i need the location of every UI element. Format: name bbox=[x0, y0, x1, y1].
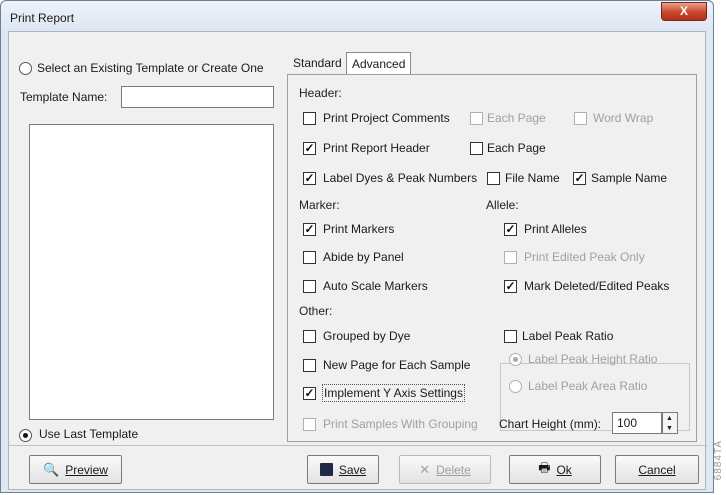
select-template-label: Select an Existing Template or Create On… bbox=[37, 61, 264, 75]
mark-deleted-edited-checkbox[interactable]: ✓ bbox=[504, 280, 517, 293]
ok-button-label: Ok bbox=[556, 462, 572, 477]
allele-section-title: Allele: bbox=[486, 198, 519, 212]
word-wrap-checkbox[interactable] bbox=[574, 112, 587, 125]
delete-button[interactable]: ✕ Delete bbox=[399, 455, 491, 484]
print-report-window: Print Report X Select an Existing Templa… bbox=[0, 0, 714, 493]
print-edited-peak-only-checkbox[interactable] bbox=[504, 251, 517, 264]
preview-button-label: Preview bbox=[65, 462, 108, 477]
use-last-template-label: Use Last Template bbox=[39, 427, 139, 441]
grouped-by-dye-checkbox[interactable] bbox=[303, 330, 316, 343]
marker-section-title: Marker: bbox=[299, 198, 340, 212]
template-name-label: Template Name: bbox=[20, 90, 108, 104]
label-peak-ratio-label: Label Peak Ratio bbox=[522, 329, 618, 343]
new-page-each-sample-label: New Page for Each Sample bbox=[323, 358, 471, 372]
grouped-by-dye-label: Grouped by Dye bbox=[323, 329, 411, 343]
peak-height-ratio-label: Label Peak Height Ratio bbox=[528, 352, 658, 366]
file-name-checkbox[interactable] bbox=[487, 172, 500, 185]
label-dyes-label: Label Dyes & Peak Numbers bbox=[323, 171, 478, 185]
spinner-down-icon[interactable]: ▼ bbox=[666, 424, 673, 433]
abide-by-panel-checkbox[interactable] bbox=[303, 251, 316, 264]
label-dyes-checkbox[interactable]: ✓ bbox=[303, 172, 316, 185]
cancel-button-label: Cancel bbox=[638, 462, 676, 477]
preview-button[interactable]: 🔍 Preview bbox=[29, 455, 122, 484]
file-name-label: File Name bbox=[505, 171, 560, 185]
template-list[interactable] bbox=[29, 124, 274, 420]
print-markers-checkbox[interactable]: ✓ bbox=[303, 223, 316, 236]
save-button-label: Save bbox=[338, 462, 367, 477]
implement-y-axis-checkbox[interactable]: ✓ bbox=[303, 387, 316, 400]
sample-name-checkbox[interactable]: ✓ bbox=[573, 172, 586, 185]
mark-deleted-edited-label: Mark Deleted/Edited Peaks bbox=[524, 279, 670, 293]
print-project-comments-checkbox[interactable] bbox=[303, 112, 316, 125]
window-title: Print Report bbox=[10, 11, 75, 25]
ok-button[interactable]: 🖶 Ok bbox=[509, 455, 601, 484]
close-button[interactable]: X bbox=[661, 2, 707, 21]
implement-y-axis-label: Implement Y Axis Settings bbox=[322, 384, 465, 402]
print-project-comments-label: Print Project Comments bbox=[323, 111, 450, 125]
dialog-body: Select an Existing Template or Create On… bbox=[8, 31, 707, 490]
spinner-up-icon[interactable]: ▲ bbox=[666, 414, 673, 423]
auto-scale-markers-label: Auto Scale Markers bbox=[323, 279, 428, 293]
each-page-comments-label: Each Page bbox=[487, 111, 546, 125]
peak-area-ratio-radio[interactable] bbox=[509, 380, 522, 393]
print-report-header-label: Print Report Header bbox=[323, 141, 430, 155]
other-section-title: Other: bbox=[299, 304, 333, 318]
peak-area-ratio-label: Label Peak Area Ratio bbox=[528, 379, 648, 393]
peak-height-ratio-radio[interactable] bbox=[509, 353, 522, 366]
sample-name-label: Sample Name bbox=[591, 171, 668, 185]
new-page-each-sample-checkbox[interactable] bbox=[303, 359, 316, 372]
title-bar: Print Report X bbox=[1, 1, 713, 31]
tab-standard[interactable]: Standard bbox=[288, 52, 347, 74]
delete-icon: ✕ bbox=[419, 461, 431, 477]
cancel-button[interactable]: Cancel bbox=[615, 455, 699, 484]
print-markers-label: Print Markers bbox=[323, 222, 395, 236]
save-button[interactable]: Save bbox=[307, 455, 379, 484]
chart-height-label: Chart Height (mm): bbox=[499, 417, 602, 431]
each-page-header-checkbox[interactable] bbox=[470, 142, 483, 155]
each-page-header-label: Each Page bbox=[487, 141, 546, 155]
word-wrap-label: Word Wrap bbox=[593, 111, 654, 125]
each-page-comments-checkbox[interactable] bbox=[470, 112, 483, 125]
figure-code: 6884TA bbox=[713, 440, 724, 481]
header-section-title: Header: bbox=[299, 86, 342, 100]
print-alleles-label: Print Alleles bbox=[524, 222, 587, 236]
print-samples-grouping-checkbox[interactable] bbox=[303, 418, 316, 431]
print-samples-grouping-label: Print Samples With Grouping bbox=[323, 417, 478, 431]
delete-button-label: Delete bbox=[436, 462, 471, 477]
template-name-input[interactable] bbox=[121, 86, 274, 108]
print-report-header-checkbox[interactable]: ✓ bbox=[303, 142, 316, 155]
auto-scale-markers-checkbox[interactable] bbox=[303, 280, 316, 293]
use-last-template-radio[interactable] bbox=[19, 429, 32, 442]
preview-icon: 🔍 bbox=[43, 461, 60, 477]
label-peak-ratio-checkbox[interactable] bbox=[504, 330, 517, 343]
print-edited-peak-only-label: Print Edited Peak Only bbox=[524, 250, 645, 264]
chart-height-input[interactable]: 100 bbox=[612, 412, 662, 434]
print-alleles-checkbox[interactable]: ✓ bbox=[504, 223, 517, 236]
save-icon bbox=[319, 463, 333, 476]
select-template-radio[interactable] bbox=[19, 62, 32, 75]
bottom-separator bbox=[9, 445, 707, 446]
chart-height-spinner[interactable]: ▲ ▼ bbox=[662, 412, 678, 434]
abide-by-panel-label: Abide by Panel bbox=[323, 250, 404, 264]
printer-icon: 🖶 bbox=[538, 459, 551, 475]
